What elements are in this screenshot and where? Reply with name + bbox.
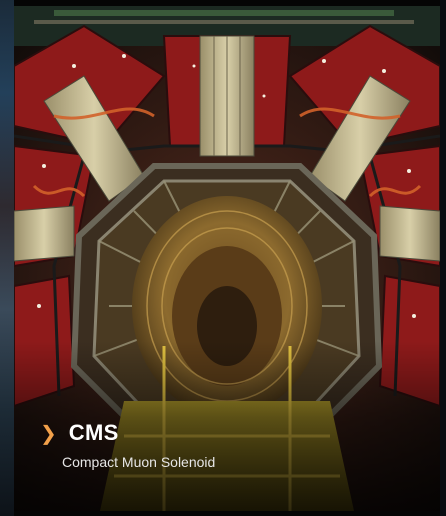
caption: ❯ CMS Compact Muon Solenoid <box>40 420 215 470</box>
card-title: CMS <box>68 420 119 445</box>
card-subtitle: Compact Muon Solenoid <box>62 454 216 470</box>
chevron-right-icon: ❯ <box>40 421 57 445</box>
neighbor-card-edge <box>0 0 14 516</box>
image-card[interactable]: ❯ CMS Compact Muon Solenoid <box>0 0 446 516</box>
frame-edge <box>440 0 446 516</box>
